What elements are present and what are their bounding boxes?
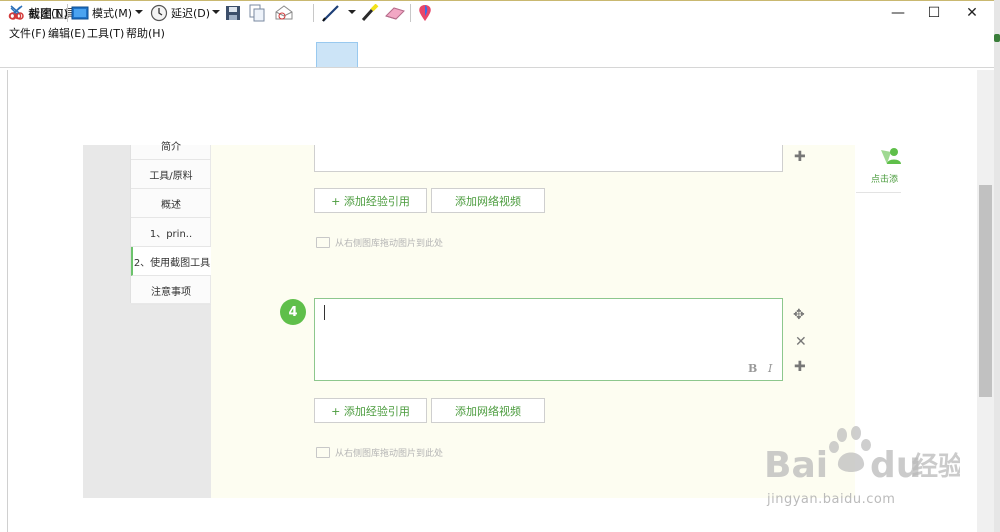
save-icon [226,6,240,20]
menu-file[interactable]: 文件(F) [9,25,46,41]
add-step-icon[interactable]: ✚ [794,149,806,165]
drag-hint-text: 从右侧图库拖动图片到此处 [335,449,444,459]
click-add-label[interactable]: 点击添 [871,172,901,185]
add-video-button[interactable]: 添加网络视频 [431,398,545,423]
vertical-scrollbar[interactable] [977,70,994,532]
sidebar-item-label: 注意事项 [151,286,191,298]
menu-edit[interactable]: 编辑(E) [48,25,86,41]
new-button[interactable]: 新建(N) [8,3,68,23]
send-snip-icon [275,5,293,20]
desktop-edge [994,0,1000,532]
toolbar-separator [67,4,68,22]
sidebar-item-step2[interactable]: 2、使用截图工具 [131,247,211,276]
italic-button[interactable]: I [768,362,772,375]
sidebar-item-overview[interactable]: 概述 [131,189,211,218]
svg-text:Bai: Bai [764,445,828,486]
toolbar-separator [410,4,411,22]
sidebar-item-label: 工具/原料 [149,170,193,182]
mode-button-label: 模式(M) [92,7,133,20]
minimize-icon: — [891,5,905,21]
pen-dropdown-arrow[interactable] [348,10,356,14]
clock-icon [150,4,168,22]
image-icon [316,447,330,458]
maximize-icon: ☐ [927,5,941,21]
scrollbar-thumb[interactable] [979,185,992,397]
delay-button-label: 延迟(D) [171,7,211,20]
highlighter-button[interactable] [360,3,380,23]
paint3d-button[interactable] [416,3,434,23]
image-drop-hint: 从右侧图库拖动图片到此处 [316,236,443,249]
toolbar [0,42,1000,68]
step4-textbox[interactable] [314,298,783,381]
copy-button[interactable] [249,3,265,23]
add-video-label: 添加网络视频 [455,404,521,418]
outline-sidebar: 简介 工具/原料 概述 1、prin.. 2、使用截图工具 注意事项 [130,142,211,305]
sidebar-item-label: 2、使用截图工具 [133,257,211,269]
sidebar-item-label: 简介 [161,141,181,153]
paint3d-icon [419,5,431,21]
user-image-icon[interactable] [879,146,901,166]
rectangle-snip-icon [71,6,89,20]
move-icon[interactable]: ✥ [793,307,805,323]
delete-icon[interactable]: ✕ [795,334,807,350]
sidebar-item-label: 1、prin.. [149,228,193,240]
image-icon [316,237,330,248]
menu-help[interactable]: 帮助(H) [126,25,165,41]
toolbar-separator [313,4,314,22]
menu-bar: 文件(F) 编辑(E) 工具(T) 帮助(H) [0,24,1000,42]
pen-icon [322,5,339,22]
step-number-badge: 4 [280,299,306,325]
svg-text:经验: 经验 [912,451,960,482]
mode-dropdown-arrow[interactable] [135,10,143,14]
step3-textbox[interactable] [314,145,783,172]
text-cursor [324,305,325,320]
desktop-icon [994,34,1000,42]
add-video-label: 添加网络视频 [455,194,521,208]
highlighter-icon [361,4,379,22]
step-number: 4 [288,304,298,320]
pen-button[interactable] [320,3,342,23]
delay-dropdown-arrow[interactable] [212,10,220,14]
watermark-domain: jingyan.baidu.com [767,492,896,507]
eraser-icon [385,7,405,20]
sidebar-item-intro[interactable]: 简介 [131,131,211,160]
new-button-label: 新建(N) [29,7,68,20]
add-experience-button[interactable]: + 添加经验引用 [314,398,427,423]
close-icon: ✕ [966,5,978,21]
sidebar-item-tools[interactable]: 工具/原料 [131,160,211,189]
copy-icon [249,4,265,22]
add-experience-label: + 添加经验引用 [331,194,410,208]
sidebar-item-notes[interactable]: 注意事项 [131,276,211,305]
mode-button[interactable]: 模式(M) [71,3,132,23]
scissors-icon [9,5,24,20]
delay-button[interactable]: 延迟(D) [150,3,210,23]
eraser-button[interactable] [384,3,406,23]
send-button[interactable] [274,3,298,23]
add-video-button[interactable]: 添加网络视频 [431,188,545,213]
add-step-icon[interactable]: ✚ [794,359,806,375]
add-experience-button[interactable]: + 添加经验引用 [314,188,427,213]
drag-hint-text: 从右侧图库拖动图片到此处 [335,239,444,249]
panel-divider [856,192,901,193]
save-button[interactable] [225,3,241,23]
bold-button[interactable]: B [748,362,757,375]
sidebar-item-label: 概述 [161,199,181,211]
image-drop-hint: 从右侧图库拖动图片到此处 [316,446,443,459]
close-button[interactable]: ✕ [950,1,994,25]
menu-tools[interactable]: 工具(T) [87,25,124,41]
sidebar-item-step1[interactable]: 1、prin.. [131,218,211,247]
add-experience-label: + 添加经验引用 [331,404,410,418]
